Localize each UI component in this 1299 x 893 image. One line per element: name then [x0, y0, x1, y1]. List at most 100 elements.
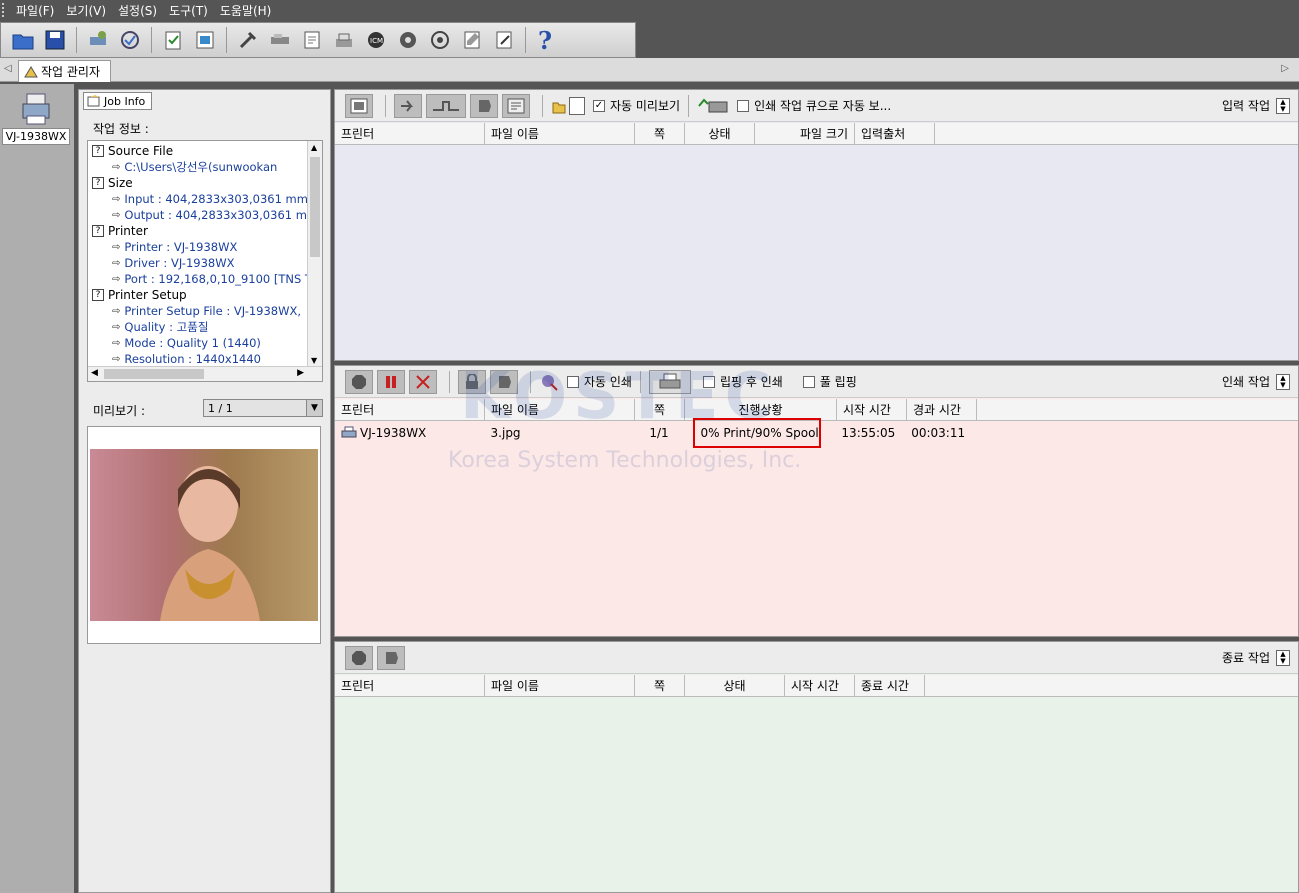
lock-button[interactable]	[458, 369, 486, 394]
start-print-button[interactable]	[345, 369, 373, 394]
chevron-down-icon[interactable]: ▼	[306, 400, 322, 416]
notes-button[interactable]	[458, 26, 486, 54]
full-rip-checkbox[interactable]: 풀 립핑	[802, 373, 857, 390]
printer-queue-icon[interactable]	[697, 96, 729, 116]
tree-child[interactable]: ⇨ Printer : VJ-1938WX	[112, 239, 237, 255]
reprint-button[interactable]	[345, 645, 373, 670]
rip-icon[interactable]	[539, 372, 559, 392]
auto-preview-checkbox[interactable]: ✓ 자동 미리보기	[593, 97, 680, 114]
delete-job-button[interactable]	[470, 93, 498, 118]
printer-tile[interactable]: VJ-1938WX	[2, 90, 70, 145]
printer-button[interactable]	[648, 369, 691, 394]
col-start-time[interactable]: 시작 시간	[837, 399, 907, 421]
col-filename[interactable]: 파일 이름	[485, 123, 635, 145]
col-printer[interactable]: 프린터	[335, 675, 485, 697]
tree-child[interactable]: ⇨ Resolution : 1440x1440	[112, 351, 261, 367]
tree-child[interactable]: ⇨ Port : 192,168,0,10_9100 [TNS T	[112, 271, 312, 287]
auto-print-queue-check[interactable]	[737, 99, 750, 112]
menu-settings[interactable]: 설정(S)	[112, 2, 163, 19]
open-folder-button[interactable]	[9, 26, 37, 54]
table-row[interactable]: VJ-1938WX 3.jpg 1/1 0% Print/90% Spool 1…	[335, 422, 975, 444]
move-job-button[interactable]	[426, 93, 466, 118]
tree-child[interactable]: ⇨ Input : 404,2833x303,0361 mm	[112, 191, 308, 207]
calibration-button[interactable]	[116, 26, 144, 54]
tree-vertical-scrollbar[interactable]: ▲ ▼	[307, 141, 322, 367]
col-start-time[interactable]: 시작 시간	[785, 675, 855, 697]
col-status[interactable]: 상태	[685, 123, 755, 145]
col-status[interactable]: 상태	[685, 675, 785, 697]
help-button[interactable]: ?	[533, 26, 561, 54]
hold-button[interactable]	[490, 369, 518, 394]
col-end-time[interactable]: 종료 시간	[855, 675, 925, 697]
col-source[interactable]: 입력출처	[855, 123, 935, 145]
color-button[interactable]	[394, 26, 422, 54]
scroll-up-icon[interactable]: ▲	[311, 143, 317, 152]
stack-button[interactable]	[330, 26, 358, 54]
tree-group[interactable]: ? Source File	[92, 143, 173, 159]
col-printer[interactable]: 프린터	[335, 399, 485, 421]
tree-child[interactable]: ⇨ Printer Setup File : VJ-1938WX,	[112, 303, 301, 319]
col-pages[interactable]: 쪽	[635, 123, 685, 145]
save-button[interactable]	[41, 26, 69, 54]
job-info-tree[interactable]: ? Source File ⇨ C:\Users\강선우(sunwookan? Size…	[87, 140, 323, 382]
scroll-down-icon[interactable]: ▼	[311, 356, 317, 365]
scroll-left-icon[interactable]: ◀	[91, 368, 98, 378]
col-elapsed-time[interactable]: 경과 시간	[907, 399, 977, 421]
rip-then-print-checkbox[interactable]: 립핑 후 인쇄	[702, 373, 783, 390]
tab-scroll-right[interactable]: ▷	[1281, 63, 1289, 74]
printer-setup-button[interactable]	[84, 26, 112, 54]
image-button[interactable]	[191, 26, 219, 54]
folder-toggle-box[interactable]	[569, 96, 585, 115]
toolbar-separator	[525, 27, 526, 53]
col-filesize[interactable]: 파일 크기	[755, 123, 855, 145]
document-button[interactable]	[298, 26, 326, 54]
menu-file[interactable]: 파일(F)	[10, 2, 60, 19]
menu-tools[interactable]: 도구(T)	[163, 2, 214, 19]
auto-print-checkbox[interactable]: 자동 인쇄	[567, 373, 632, 390]
preview-button[interactable]	[345, 93, 373, 118]
scroll-right-icon[interactable]: ▶	[297, 368, 304, 378]
cutter-button[interactable]	[266, 26, 294, 54]
col-printer[interactable]: 프린터	[335, 123, 485, 145]
auto-print-check[interactable]	[567, 375, 579, 388]
auto-print-queue-checkbox[interactable]: 인쇄 작업 큐으로 자동 보...	[737, 97, 891, 114]
tree-child[interactable]: ⇨ Quality : 고품질	[112, 319, 208, 335]
folder-icon[interactable]	[551, 97, 567, 115]
input-jobs-spinner[interactable]: ▲ ▼	[1276, 97, 1290, 114]
preview-page-select[interactable]: 1 / 1 ▼	[203, 399, 323, 417]
tree-group[interactable]: ? Size	[92, 175, 133, 191]
scroll-thumb[interactable]	[310, 157, 320, 257]
col-pages[interactable]: 쪽	[635, 399, 685, 421]
tab-scroll-left[interactable]: ◁	[4, 63, 12, 74]
menu-help[interactable]: 도움말(H)	[214, 2, 278, 19]
done-jobs-spinner[interactable]: ▲ ▼	[1276, 649, 1290, 666]
job-check-button[interactable]	[159, 26, 187, 54]
tree-horizontal-scrollbar[interactable]: ◀ ▶	[88, 366, 322, 381]
scroll-thumb[interactable]	[104, 369, 204, 379]
col-pages[interactable]: 쪽	[635, 675, 685, 697]
tools-button[interactable]	[234, 26, 262, 54]
col-filename[interactable]: 파일 이름	[485, 675, 635, 697]
tree-child[interactable]: ⇨ Mode : Quality 1 (1440)	[112, 335, 261, 351]
menu-view[interactable]: 보기(V)	[60, 2, 112, 19]
remove-done-button[interactable]	[377, 645, 405, 670]
tree-child[interactable]: ⇨ Driver : VJ-1938WX	[112, 255, 234, 271]
tree-child[interactable]: ⇨ C:\Users\강선우(sunwookan	[112, 159, 277, 175]
properties-button[interactable]	[502, 93, 530, 118]
auto-preview-check[interactable]: ✓	[593, 99, 605, 112]
full-rip-check[interactable]	[802, 375, 815, 388]
cancel-button[interactable]	[409, 369, 437, 394]
col-filename[interactable]: 파일 이름	[485, 399, 635, 421]
icc-button[interactable]: ICM	[362, 26, 390, 54]
tab-job-info[interactable]: Job Info	[83, 92, 153, 110]
send-to-print-button[interactable]	[394, 93, 422, 118]
tree-child[interactable]: ⇨ Output : 404,2833x303,0361 mm	[112, 207, 318, 223]
edit-button[interactable]	[490, 26, 518, 54]
tree-group[interactable]: ? Printer Setup	[92, 287, 187, 303]
print-jobs-spinner[interactable]: ▲ ▼	[1276, 373, 1290, 390]
pause-button[interactable]	[377, 369, 405, 394]
tab-job-manager[interactable]: 작업 관리자	[18, 60, 112, 82]
target-button[interactable]	[426, 26, 454, 54]
rip-then-print-check[interactable]	[702, 375, 715, 388]
tree-group[interactable]: ? Printer	[92, 223, 148, 239]
